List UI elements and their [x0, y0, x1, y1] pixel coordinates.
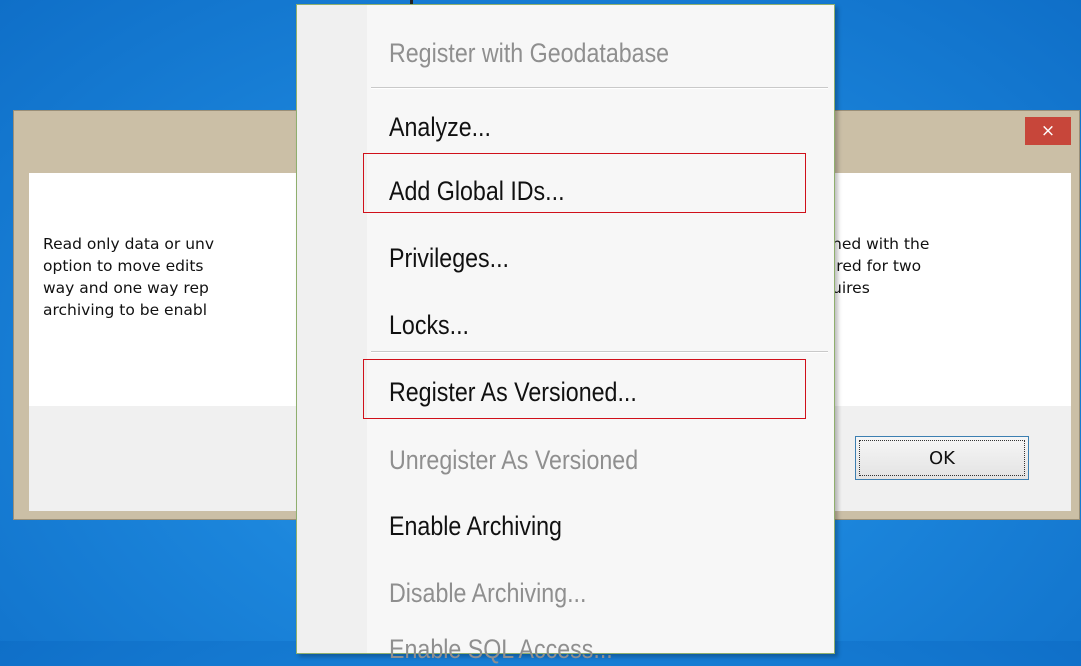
- context-menu: Register with Geodatabase Analyze... Add…: [296, 4, 835, 664]
- menu-separator: [371, 351, 828, 353]
- menu-item-privileges[interactable]: Privileges...: [389, 241, 509, 275]
- menu-items: Register with Geodatabase Analyze... Add…: [367, 5, 834, 664]
- ok-button[interactable]: OK: [855, 436, 1029, 480]
- message-line: ned with the: [832, 235, 930, 253]
- close-button[interactable]: ×: [1025, 117, 1071, 145]
- menu-item-enable-archiving[interactable]: Enable Archiving: [389, 509, 562, 543]
- highlight-box-add-global-ids: [363, 153, 806, 213]
- menu-icon-gutter: [297, 5, 367, 653]
- menu-separator: [371, 87, 828, 89]
- menu-item-analyze[interactable]: Analyze...: [389, 110, 491, 144]
- message-text-left: Read only data or unv option to move edi…: [43, 233, 214, 321]
- message-line: Read only data or unv: [43, 235, 215, 253]
- menu-item-register-with-geodatabase[interactable]: Register with Geodatabase: [389, 36, 669, 70]
- ok-button-label: OK: [929, 447, 955, 469]
- message-line: uires: [832, 279, 870, 297]
- message-line: ired for two: [832, 257, 922, 275]
- menu-item-locks[interactable]: Locks...: [389, 308, 469, 342]
- highlight-box-register-as-versioned: [363, 359, 806, 419]
- menu-item-disable-archiving[interactable]: Disable Archiving...: [389, 576, 586, 610]
- message-text-right: ned with the ired for two uires: [832, 233, 929, 299]
- message-line: option to move edits: [43, 257, 204, 275]
- message-line: archiving to be enabl: [43, 301, 208, 319]
- menu-item-unregister-as-versioned[interactable]: Unregister As Versioned: [389, 443, 638, 477]
- menu-item-enable-sql-access[interactable]: Enable SQL Access...: [389, 632, 613, 666]
- message-line: way and one way rep: [43, 279, 209, 297]
